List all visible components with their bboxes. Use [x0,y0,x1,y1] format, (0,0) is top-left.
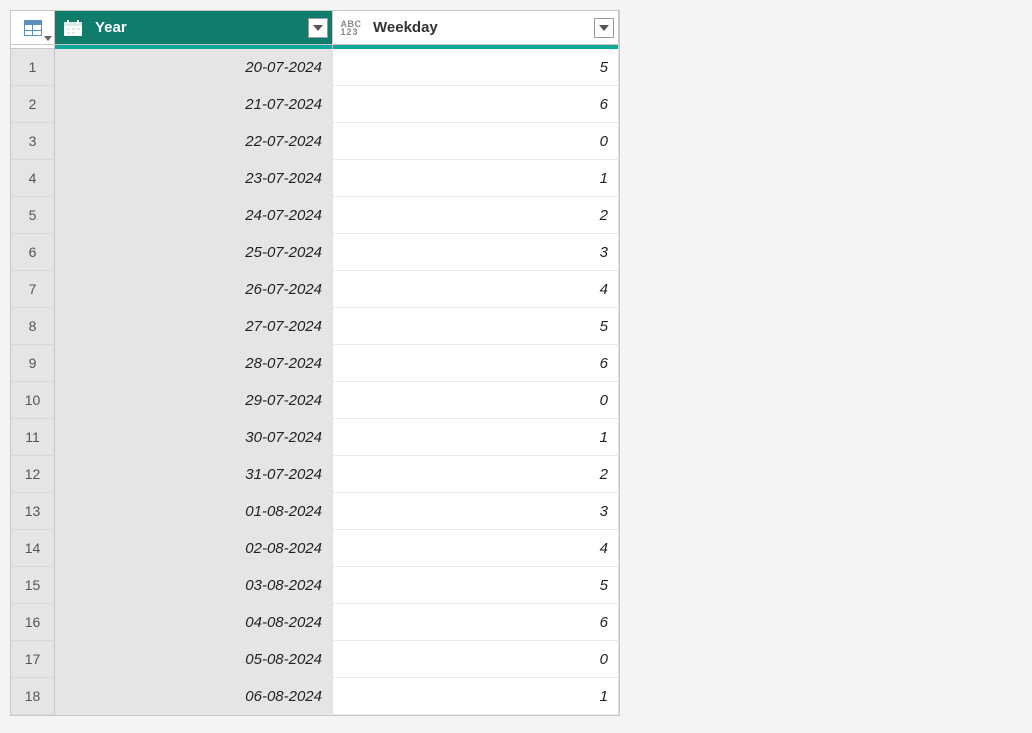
table-row[interactable]: 1503-08-20245 [11,567,619,604]
cell-weekday[interactable]: 2 [333,197,619,234]
cell-weekday[interactable]: 1 [333,678,619,715]
row-number[interactable]: 9 [11,345,55,382]
row-number[interactable]: 16 [11,604,55,641]
cell-year[interactable]: 27-07-2024 [55,308,333,345]
chevron-down-icon [44,36,52,42]
table-row[interactable]: 1130-07-20241 [11,419,619,456]
cell-year[interactable]: 01-08-2024 [55,493,333,530]
cell-year[interactable]: 04-08-2024 [55,604,333,641]
cell-weekday[interactable]: 3 [333,234,619,271]
row-number[interactable]: 13 [11,493,55,530]
cell-weekday[interactable]: 5 [333,308,619,345]
table-row[interactable]: 1231-07-20242 [11,456,619,493]
table-row[interactable]: 1402-08-20244 [11,530,619,567]
row-number[interactable]: 1 [11,49,55,86]
cell-year[interactable]: 22-07-2024 [55,123,333,160]
cell-weekday[interactable]: 3 [333,493,619,530]
column-label: Weekday [365,19,594,36]
row-number[interactable]: 5 [11,197,55,234]
row-number[interactable]: 11 [11,419,55,456]
row-number[interactable]: 12 [11,456,55,493]
row-number[interactable]: 4 [11,160,55,197]
cell-weekday[interactable]: 0 [333,641,619,678]
row-number[interactable]: 3 [11,123,55,160]
cell-weekday[interactable]: 0 [333,382,619,419]
cell-weekday[interactable]: 4 [333,271,619,308]
cell-weekday[interactable]: 1 [333,419,619,456]
column-header-year[interactable]: Year [55,11,333,45]
chevron-down-icon [599,25,609,31]
table-row[interactable]: 726-07-20244 [11,271,619,308]
table-row[interactable]: 221-07-20246 [11,86,619,123]
row-number[interactable]: 7 [11,271,55,308]
table-row[interactable]: 625-07-20243 [11,234,619,271]
table-row[interactable]: 120-07-20245 [11,49,619,86]
cell-year[interactable]: 30-07-2024 [55,419,333,456]
row-number[interactable]: 14 [11,530,55,567]
row-number[interactable]: 6 [11,234,55,271]
cell-year[interactable]: 25-07-2024 [55,234,333,271]
data-rows: 120-07-20245221-07-20246322-07-20240423-… [11,49,619,715]
table-row[interactable]: 322-07-20240 [11,123,619,160]
cell-weekday[interactable]: 6 [333,86,619,123]
cell-year[interactable]: 03-08-2024 [55,567,333,604]
table-row[interactable]: 524-07-20242 [11,197,619,234]
row-number[interactable]: 8 [11,308,55,345]
cell-weekday[interactable]: 1 [333,160,619,197]
cell-year[interactable]: 20-07-2024 [55,49,333,86]
row-number[interactable]: 17 [11,641,55,678]
row-number[interactable]: 18 [11,678,55,715]
cell-year[interactable]: 28-07-2024 [55,345,333,382]
cell-weekday[interactable]: 0 [333,123,619,160]
table-row[interactable]: 1029-07-20240 [11,382,619,419]
cell-weekday[interactable]: 5 [333,49,619,86]
row-number[interactable]: 15 [11,567,55,604]
cell-weekday[interactable]: 2 [333,456,619,493]
cell-year[interactable]: 31-07-2024 [55,456,333,493]
cell-year[interactable]: 26-07-2024 [55,271,333,308]
table-row[interactable]: 1806-08-20241 [11,678,619,715]
row-number[interactable]: 10 [11,382,55,419]
row-number[interactable]: 2 [11,86,55,123]
cell-weekday[interactable]: 4 [333,530,619,567]
column-label: Year [87,19,308,36]
cell-weekday[interactable]: 6 [333,604,619,641]
calendar-icon [59,16,87,40]
cell-year[interactable]: 06-08-2024 [55,678,333,715]
table-row[interactable]: 1604-08-20246 [11,604,619,641]
data-preview-grid: Year ABC 123 Weekday 120-07-20245221-07-… [10,10,620,716]
cell-year[interactable]: 21-07-2024 [55,86,333,123]
column-header-weekday[interactable]: ABC 123 Weekday [333,11,619,45]
table-row[interactable]: 827-07-20245 [11,308,619,345]
table-row[interactable]: 928-07-20246 [11,345,619,382]
cell-year[interactable]: 02-08-2024 [55,530,333,567]
table-row[interactable]: 1301-08-20243 [11,493,619,530]
cell-weekday[interactable]: 6 [333,345,619,382]
filter-button-year[interactable] [308,18,328,38]
any-type-icon: ABC 123 [337,16,365,40]
table-icon [24,20,42,36]
cell-weekday[interactable]: 5 [333,567,619,604]
cell-year[interactable]: 05-08-2024 [55,641,333,678]
filter-button-weekday[interactable] [594,18,614,38]
cell-year[interactable]: 24-07-2024 [55,197,333,234]
select-all-corner[interactable] [11,11,55,45]
cell-year[interactable]: 23-07-2024 [55,160,333,197]
table-row[interactable]: 1705-08-20240 [11,641,619,678]
column-header-row: Year ABC 123 Weekday [11,11,619,45]
table-row[interactable]: 423-07-20241 [11,160,619,197]
cell-year[interactable]: 29-07-2024 [55,382,333,419]
chevron-down-icon [313,25,323,31]
